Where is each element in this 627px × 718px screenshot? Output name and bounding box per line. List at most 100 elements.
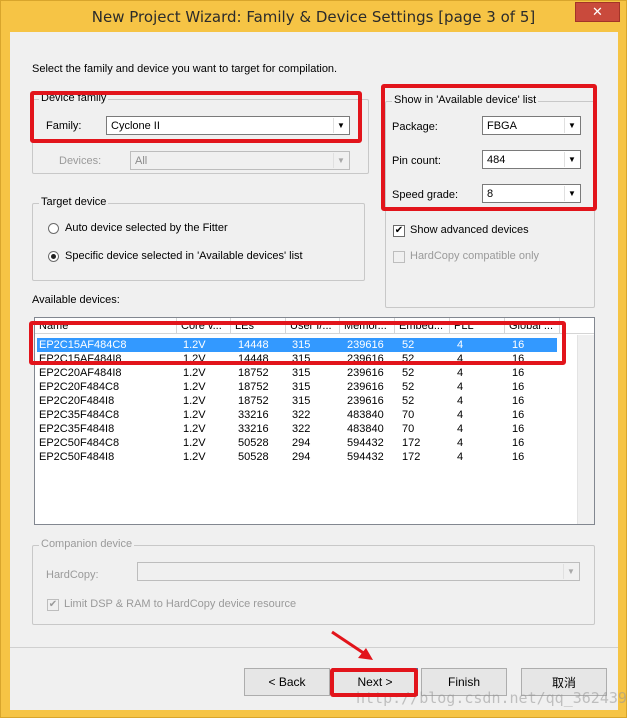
table-cell: 594432	[347, 451, 384, 463]
package-select[interactable]: FBGA ▼	[482, 116, 581, 135]
table-cell: 52	[402, 353, 415, 365]
table-cell: 18752	[238, 395, 269, 407]
column-header[interactable]: User I/...	[286, 318, 340, 334]
red-arrow-icon	[331, 630, 373, 660]
device-family-title: Device family	[39, 92, 109, 104]
table-cell: 52	[402, 339, 415, 351]
family-select[interactable]: Cyclone II ▼	[106, 116, 350, 135]
table-cell: 4	[457, 423, 464, 435]
pin-count-select[interactable]: 484 ▼	[482, 150, 581, 169]
column-header[interactable]: Name	[35, 318, 177, 334]
table-cell: 315	[292, 339, 311, 351]
table-cell: 16	[512, 395, 525, 407]
table-cell: EP2C15AF484I8	[39, 353, 122, 365]
column-header[interactable]: LEs	[231, 318, 286, 334]
table-row[interactable]: EP2C35F484C8 1.2V 33216 322 483840 70 4 16	[37, 408, 557, 422]
hardcopy-select: ▼	[137, 562, 580, 581]
auto-device-label: Auto device selected by the Fitter	[65, 222, 228, 234]
table-cell: 18752	[238, 367, 269, 379]
table-cell: 52	[402, 367, 415, 379]
checkmark-icon: ✔	[48, 599, 58, 610]
table-cell: 16	[512, 339, 525, 351]
available-devices-label: Available devices:	[32, 294, 120, 306]
table-cell: 16	[512, 423, 525, 435]
chevron-down-icon: ▼	[564, 186, 579, 201]
table-cell: 33216	[238, 423, 269, 435]
table-cell: 1.2V	[183, 339, 206, 351]
table-cell: 1.2V	[183, 451, 206, 463]
table-cell: 16	[512, 381, 525, 393]
wizard-window: New Project Wizard: Family & Device Sett…	[0, 0, 627, 718]
table-cell: 1.2V	[183, 409, 206, 421]
back-button[interactable]: < Back	[244, 668, 330, 696]
table-cell: 1.2V	[183, 395, 206, 407]
column-header[interactable]: Memor...	[340, 318, 395, 334]
table-cell: 594432	[347, 437, 384, 449]
table-cell: 70	[402, 409, 415, 421]
close-icon: ✕	[592, 4, 603, 19]
specific-device-radio[interactable]	[48, 251, 59, 262]
table-cell: EP2C35F484I8	[39, 423, 115, 435]
instructions-text: Select the family and device you want to…	[32, 63, 338, 75]
pin-count-label: Pin count:	[392, 155, 441, 167]
chevron-down-icon: ▼	[564, 152, 579, 167]
table-cell: 315	[292, 353, 311, 365]
table-cell: 18752	[238, 381, 269, 393]
table-cell: 33216	[238, 409, 269, 421]
pin-count-value: 484	[487, 153, 506, 166]
table-row[interactable]: EP2C50F484C8 1.2V 50528 294 594432 172 4 16	[37, 436, 557, 450]
table-cell: 294	[292, 437, 311, 449]
table-row[interactable]: EP2C35F484I8 1.2V 33216 322 483840 70 4 16	[37, 422, 557, 436]
table-row[interactable]: EP2C15AF484I8 1.2V 14448 315 239616 52 4 16	[37, 352, 557, 366]
title-bar[interactable]: New Project Wizard: Family & Device Sett…	[1, 1, 626, 32]
table-cell: 4	[457, 409, 464, 421]
hardcopy-only-checkbox	[393, 251, 405, 263]
table-row[interactable]: EP2C20AF484I8 1.2V 18752 315 239616 52 4 16	[37, 366, 557, 380]
table-cell: 1.2V	[183, 367, 206, 379]
table-cell: 1.2V	[183, 381, 206, 393]
table-row[interactable]: EP2C20F484C8 1.2V 18752 315 239616 52 4 16	[37, 380, 557, 394]
companion-device-title: Companion device	[39, 538, 135, 550]
table-cell: 4	[457, 367, 464, 379]
table-row[interactable]: EP2C20F484I8 1.2V 18752 315 239616 52 4 16	[37, 394, 557, 408]
show-advanced-checkbox[interactable]: ✔	[393, 225, 405, 237]
family-value: Cyclone II	[111, 119, 160, 132]
table-cell: 1.2V	[183, 353, 206, 365]
devices-label: Devices:	[59, 155, 102, 167]
table-cell: 4	[457, 395, 464, 407]
table-cell: 239616	[347, 353, 384, 365]
table-cell: 1.2V	[183, 437, 206, 449]
table-cell: 4	[457, 381, 464, 393]
column-header[interactable]: PLL	[450, 318, 505, 334]
hardcopy-label: HardCopy:	[46, 569, 99, 581]
speed-grade-label: Speed grade:	[392, 189, 459, 201]
column-header[interactable]: Global ...	[505, 318, 560, 334]
column-header[interactable]: Core v...	[177, 318, 231, 334]
table-cell: 239616	[347, 381, 384, 393]
column-header[interactable]: Embed...	[395, 318, 450, 334]
auto-device-radio[interactable]	[48, 223, 59, 234]
chevron-down-icon: ▼	[564, 118, 579, 133]
table-cell: 52	[402, 395, 415, 407]
speed-grade-select[interactable]: 8 ▼	[482, 184, 581, 203]
hardcopy-only-label: HardCopy compatible only	[410, 250, 540, 262]
table-cell: EP2C20F484C8	[39, 381, 120, 393]
table-cell: 16	[512, 451, 525, 463]
table-cell: 50528	[238, 437, 269, 449]
table-cell: EP2C50F484C8	[39, 437, 120, 449]
table-row[interactable]: EP2C50F484I8 1.2V 50528 294 594432 172 4 16	[37, 450, 557, 464]
target-device-group: Target device	[32, 196, 365, 281]
close-button[interactable]: ✕	[575, 2, 620, 22]
table-cell: EP2C20AF484I8	[39, 367, 122, 379]
speed-grade-value: 8	[487, 187, 494, 200]
family-label: Family:	[46, 120, 82, 132]
table-cell: 483840	[347, 423, 384, 435]
list-header: Name Core v... LEs User I/... Memor... E…	[35, 318, 594, 334]
table-cell: 52	[402, 381, 415, 393]
dialog-client-area: Select the family and device you want to…	[10, 32, 627, 710]
available-devices-list[interactable]: Name Core v... LEs User I/... Memor... E…	[34, 317, 595, 525]
vertical-scrollbar[interactable]	[577, 335, 594, 524]
table-cell: 14448	[238, 339, 269, 351]
table-row[interactable]: EP2C15AF484C8 1.2V 14448 315 239616 52 4 16	[37, 338, 557, 352]
checkmark-icon: ✔	[394, 225, 404, 236]
